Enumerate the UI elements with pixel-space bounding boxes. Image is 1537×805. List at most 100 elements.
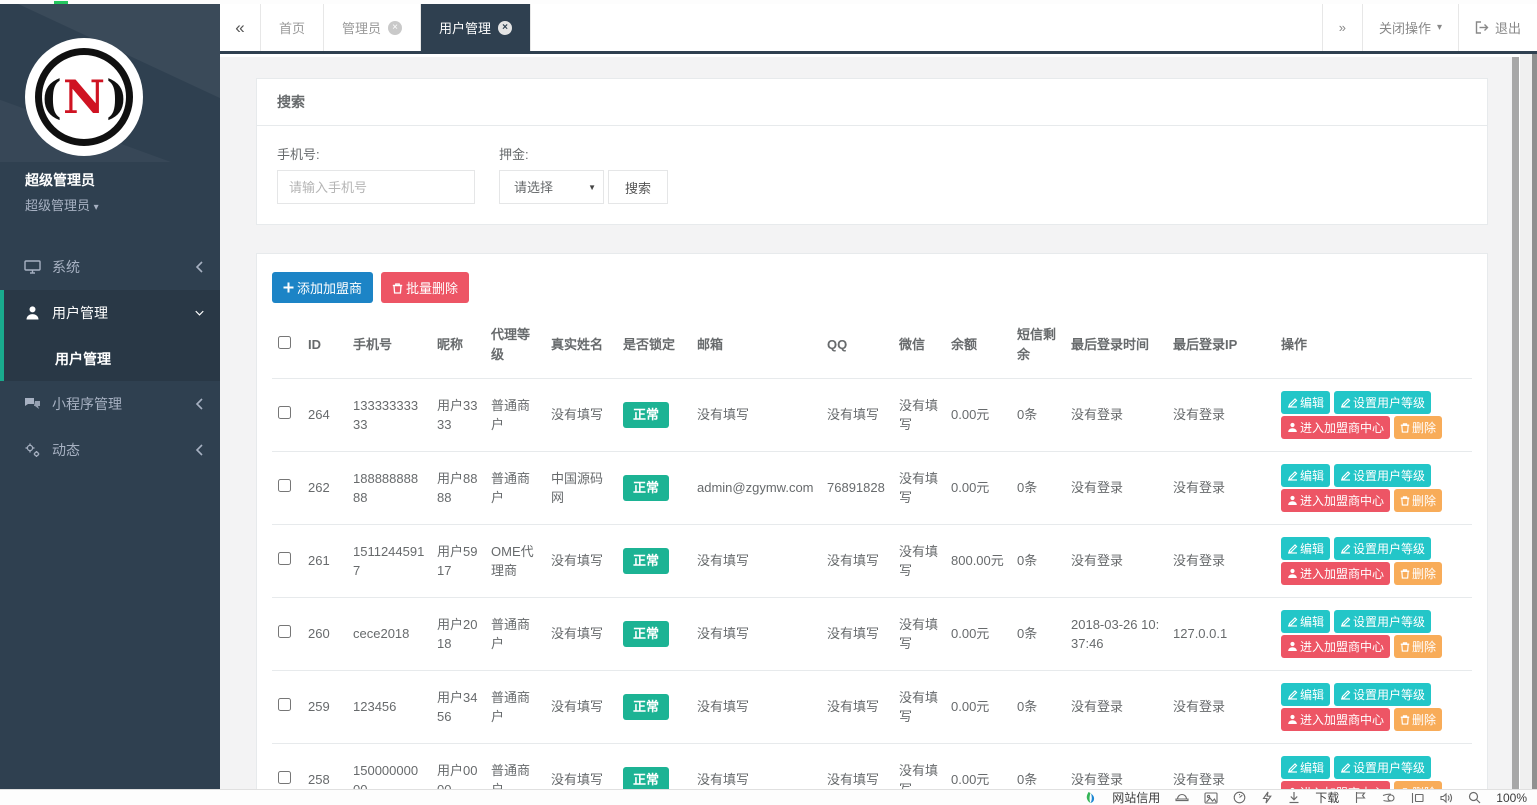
tab-user-management[interactable]: 用户管理 × (421, 4, 531, 51)
cell-email: 没有填写 (691, 379, 821, 452)
cell-id: 261 (302, 525, 347, 598)
user-role-dropdown[interactable]: 超级管理员 ▾ (25, 195, 220, 214)
comet-icon[interactable] (1382, 792, 1396, 804)
search-panel: 搜索 手机号: 押金: 请选择 ▼ (256, 78, 1488, 225)
sidebar-toggle-icon[interactable] (1411, 792, 1424, 804)
edit-button[interactable]: 编辑 (1281, 391, 1330, 414)
delete-button[interactable]: 删除 (1394, 781, 1442, 789)
delete-button[interactable]: 删除 (1394, 416, 1442, 439)
set-user-level-button[interactable]: 设置用户等级 (1334, 683, 1431, 706)
delete-button[interactable]: 删除 (1394, 635, 1442, 658)
set-user-level-button[interactable]: 设置用户等级 (1334, 610, 1431, 633)
delete-button[interactable]: 删除 (1394, 708, 1442, 731)
user-icon (1287, 714, 1298, 725)
user-icon (1287, 568, 1298, 579)
set-user-level-button[interactable]: 设置用户等级 (1334, 464, 1431, 487)
column-header-level: 代理等级 (485, 317, 545, 379)
tab-home[interactable]: 首页 (261, 4, 324, 51)
row-checkbox[interactable] (278, 552, 291, 565)
cell-id: 258 (302, 744, 347, 790)
sidebar-item-user-management[interactable]: 用户管理 (4, 290, 220, 336)
table-row: 262 18888888888 用户8888 普通商户 中国源码网 正常 adm… (272, 452, 1472, 525)
tab-bar: « 首页 管理员 × 用户管理 × » 关闭操作▾ 退出 (220, 4, 1537, 54)
lightning-icon[interactable] (1261, 791, 1273, 804)
deposit-select[interactable]: 请选择 (499, 170, 604, 204)
browser-scrollbar[interactable] (1520, 54, 1537, 789)
batch-delete-button[interactable]: 批量删除 (381, 272, 469, 303)
speed-gauge-icon[interactable] (1233, 791, 1246, 804)
table-body: 264 13333333333 用户3333 普通商户 没有填写 正常 没有填写… (272, 379, 1472, 790)
tab-admin[interactable]: 管理员 × (324, 4, 421, 51)
sound-icon[interactable] (1439, 792, 1453, 804)
edit-button[interactable]: 编辑 (1281, 683, 1330, 706)
sidebar-item-dynamics[interactable]: 动态 (0, 427, 220, 473)
flag-icon[interactable] (1354, 791, 1367, 804)
set-user-level-button[interactable]: 设置用户等级 (1334, 756, 1431, 779)
cell-last-login-time: 没有登录 (1065, 525, 1167, 598)
close-tab-icon[interactable]: × (388, 21, 402, 35)
row-checkbox[interactable] (278, 698, 291, 711)
sidebar-subitem-user-management[interactable]: 用户管理 (4, 336, 220, 381)
download-label[interactable]: 下载 (1315, 789, 1339, 805)
tabs-scroll-left-button[interactable]: « (220, 4, 261, 51)
download-icon[interactable] (1288, 791, 1300, 804)
enter-franchisee-center-button[interactable]: 进入加盟商中心 (1281, 635, 1390, 658)
column-header-sms: 短信剩余 (1011, 317, 1065, 379)
site-credit-label[interactable]: 网站信用 (1112, 789, 1160, 805)
helmet-icon[interactable] (1175, 791, 1189, 804)
page-scrollbar[interactable] (1512, 57, 1519, 789)
set-user-level-button[interactable]: 设置用户等级 (1334, 537, 1431, 560)
zoom-search-icon[interactable] (1468, 791, 1481, 804)
tabs-scroll-right-button[interactable]: » (1322, 4, 1362, 51)
close-tab-icon[interactable]: × (498, 21, 512, 35)
edit-button[interactable]: 编辑 (1281, 610, 1330, 633)
sidebar-item-system[interactable]: 系统 (0, 244, 220, 290)
delete-button[interactable]: 删除 (1394, 562, 1442, 585)
add-franchisee-button[interactable]: 添加加盟商 (272, 272, 373, 303)
brand-logo: (N) (25, 38, 143, 156)
search-panel-title: 搜索 (277, 94, 305, 110)
row-checkbox[interactable] (278, 771, 291, 784)
close-operations-dropdown[interactable]: 关闭操作▾ (1362, 4, 1458, 51)
edit-icon (1340, 689, 1351, 700)
edit-button[interactable]: 编辑 (1281, 537, 1330, 560)
cell-phone: 123456 (347, 671, 431, 744)
browser-scrollbar-thumb[interactable] (1532, 54, 1537, 789)
cell-email: 没有填写 (691, 744, 821, 790)
phone-input[interactable] (277, 170, 475, 204)
cell-qq: 没有填写 (821, 525, 893, 598)
edit-icon (1287, 689, 1298, 700)
column-header-balance: 余额 (945, 317, 1011, 379)
column-header-last-login-ip: 最后登录IP (1167, 317, 1275, 379)
edit-button[interactable]: 编辑 (1281, 464, 1330, 487)
delete-button[interactable]: 删除 (1394, 489, 1442, 512)
logout-button[interactable]: 退出 (1458, 4, 1537, 51)
enter-franchisee-center-button[interactable]: 进入加盟商中心 (1281, 416, 1390, 439)
edit-button[interactable]: 编辑 (1281, 756, 1330, 779)
zoom-level[interactable]: 100% (1496, 791, 1527, 805)
image-icon[interactable] (1204, 792, 1218, 804)
chevron-left-icon (195, 444, 204, 456)
column-header-last-login-time: 最后登录时间 (1065, 317, 1167, 379)
trash-icon (1400, 422, 1410, 433)
enter-franchisee-center-button[interactable]: 进入加盟商中心 (1281, 781, 1390, 789)
edit-icon (1287, 543, 1298, 554)
row-checkbox[interactable] (278, 625, 291, 638)
enter-franchisee-center-button[interactable]: 进入加盟商中心 (1281, 562, 1390, 585)
search-button[interactable]: 搜索 (608, 170, 668, 204)
cell-last-login-ip: 没有登录 (1167, 379, 1275, 452)
chevron-left-icon (195, 398, 204, 410)
enter-franchisee-center-button[interactable]: 进入加盟商中心 (1281, 708, 1390, 731)
edit-icon (1287, 397, 1298, 408)
sidebar-item-miniprogram[interactable]: 小程序管理 (0, 381, 220, 427)
row-checkbox[interactable] (278, 479, 291, 492)
column-header-locked: 是否锁定 (617, 317, 691, 379)
cell-last-login-time: 没有登录 (1065, 379, 1167, 452)
plus-icon (283, 282, 294, 293)
browser-security-logo-icon[interactable] (1084, 791, 1097, 804)
select-all-checkbox[interactable] (278, 336, 291, 349)
row-checkbox[interactable] (278, 406, 291, 419)
set-user-level-button[interactable]: 设置用户等级 (1334, 391, 1431, 414)
browser-status-bar: 网站信用 下载 100% (0, 789, 1537, 805)
enter-franchisee-center-button[interactable]: 进入加盟商中心 (1281, 489, 1390, 512)
